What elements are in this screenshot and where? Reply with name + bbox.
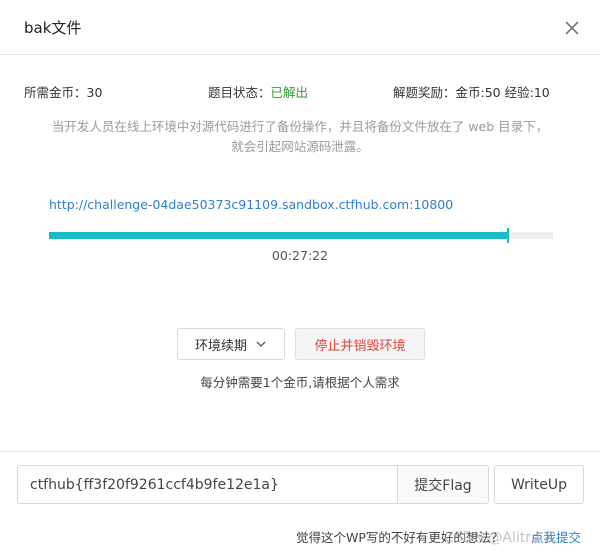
required-coins: 所需金币：30 [24, 82, 102, 101]
description-line-2: 就会引起网站源码泄露。 [231, 139, 369, 154]
description-line-1: 当开发人员在线上环境中对源代码进行了备份操作，并且将备份文件放在了 web 目录… [51, 119, 549, 134]
destroy-environment-button[interactable]: 停止并销毁环境 [295, 328, 425, 360]
solve-reward: 解题奖励：金币:50 经验:10 [393, 82, 550, 101]
close-button[interactable] [562, 18, 582, 38]
remaining-time: 00:27:22 [271, 248, 329, 263]
close-icon [565, 21, 579, 35]
required-coins-label: 所需金币： [24, 85, 87, 100]
challenge-description: 当开发人员在线上环境中对源代码进行了备份操作，并且将备份文件放在了 web 目录… [18, 117, 582, 157]
environment-url-link[interactable]: http://challenge-04dae50373c91109.sandbo… [49, 197, 453, 212]
challenge-status-label: 题目状态： [208, 85, 271, 100]
coin-usage-note: 每分钟需要1个金币,请根据个人需求 [200, 375, 400, 390]
progress-fill [49, 232, 508, 239]
challenge-status-value: 已解出 [270, 85, 309, 100]
writeup-button[interactable]: WriteUp [494, 465, 584, 504]
solve-reward-label: 解题奖励： [393, 85, 456, 100]
progress-handle [507, 228, 509, 243]
renew-environment-button[interactable]: 环境续期 [177, 328, 285, 360]
time-remaining-progress [49, 228, 553, 243]
solve-reward-value: 金币:50 经验:10 [455, 85, 550, 100]
chevron-down-icon [256, 341, 266, 347]
modal-title: bak文件 [24, 19, 82, 37]
divider [0, 451, 600, 452]
required-coins-value: 30 [86, 85, 103, 100]
modal-header: bak文件 [0, 0, 600, 55]
flag-input[interactable] [17, 465, 397, 504]
submit-flag-button[interactable]: 提交Flag [397, 465, 489, 504]
challenge-status: 题目状态：已解出 [208, 82, 308, 101]
watermark: CSDN @Alitra X [444, 530, 554, 546]
challenge-modal: bak文件 所需金币：30 题目状态：已解出 解题奖励：金币:50 经验:10 … [0, 0, 600, 557]
renew-environment-label: 环境续期 [194, 338, 247, 354]
